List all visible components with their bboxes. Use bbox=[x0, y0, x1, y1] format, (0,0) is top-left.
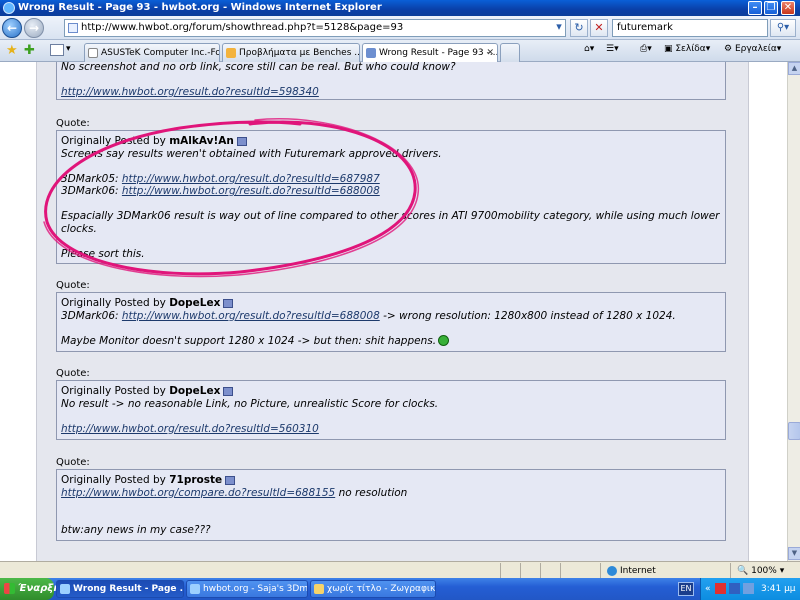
zoom-icon: 🔍 bbox=[737, 566, 749, 576]
annotation-circle bbox=[43, 118, 419, 278]
forum-favicon-icon bbox=[226, 48, 236, 58]
back-button[interactable]: ← bbox=[2, 18, 22, 38]
browser-window: Wrong Result - Page 93 - hwbot.org - Win… bbox=[0, 0, 800, 600]
tab-asus[interactable]: ASUSTeK Computer Inc.-For... bbox=[84, 43, 220, 62]
window-title: Wrong Result - Page 93 - hwbot.org - Win… bbox=[18, 2, 382, 13]
search-input[interactable]: futuremark bbox=[612, 19, 768, 37]
title-bar: Wrong Result - Page 93 - hwbot.org - Win… bbox=[0, 0, 800, 16]
volume-icon[interactable] bbox=[743, 583, 754, 594]
tools-menu-label: Εργαλεία bbox=[734, 44, 777, 54]
stop-icon[interactable]: ✕ bbox=[590, 19, 608, 37]
favorites-star-icon[interactable]: ★ bbox=[6, 43, 18, 58]
page-menu-label: Σελίδα bbox=[675, 44, 706, 54]
taskbar-item-wrong-result[interactable]: Wrong Result - Page ... bbox=[56, 580, 184, 598]
tray-expand-icon[interactable]: « bbox=[705, 578, 711, 600]
taskbar-item-paint[interactable]: χωρίς τίτλο - Ζωγραφική bbox=[310, 580, 436, 598]
tab-bar: ★ ✚ ▾ ASUSTeK Computer Inc.-For... Προβλ… bbox=[0, 40, 800, 63]
ie-icon bbox=[190, 584, 200, 594]
tab-label: Προβλήματα με Benches ...P... bbox=[239, 48, 360, 58]
quick-tabs-icon[interactable] bbox=[50, 44, 64, 56]
language-indicator[interactable]: EN bbox=[678, 582, 694, 596]
print-icon[interactable]: ⎙▾ bbox=[640, 44, 652, 54]
taskbar-item-label: χωρίς τίτλο - Ζωγραφική bbox=[327, 584, 436, 594]
page-icon bbox=[68, 23, 78, 33]
minimize-button[interactable]: – bbox=[748, 1, 762, 15]
tab-list-icon[interactable]: ▾ bbox=[66, 44, 71, 54]
status-segment bbox=[560, 563, 580, 578]
start-button[interactable]: Έναρξη bbox=[0, 578, 60, 600]
feeds-icon[interactable]: ☰▾ bbox=[606, 44, 619, 54]
home-icon[interactable]: ⌂▾ bbox=[584, 44, 594, 54]
close-button[interactable]: ✕ bbox=[781, 1, 795, 15]
system-tray: « 3:41 μμ bbox=[700, 578, 800, 600]
tab-label: Wrong Result - Page 93 -... bbox=[379, 48, 498, 58]
tools-menu[interactable]: ⚙ Εργαλεία▾ bbox=[724, 44, 781, 54]
status-bar: Internet 🔍 100% ▾ bbox=[0, 561, 800, 578]
network-icon[interactable] bbox=[729, 583, 740, 594]
security-zone: Internet bbox=[600, 563, 720, 578]
start-label: Έναρξη bbox=[18, 583, 61, 594]
page-viewport: No screenshot and no orb link, score sti… bbox=[0, 62, 787, 561]
antivirus-icon[interactable] bbox=[715, 583, 726, 594]
asus-favicon-icon bbox=[88, 48, 98, 58]
globe-icon bbox=[607, 565, 617, 576]
zoom-level: 100% bbox=[751, 566, 777, 576]
tab-wrong-result[interactable]: Wrong Result - Page 93 -... ✕ bbox=[362, 43, 498, 63]
ie-icon bbox=[60, 584, 70, 594]
close-tab-icon[interactable]: ✕ bbox=[486, 44, 494, 62]
paint-icon bbox=[314, 584, 324, 594]
tab-label: ASUSTeK Computer Inc.-For... bbox=[101, 48, 220, 58]
windows-flag-icon bbox=[4, 583, 15, 594]
maximize-button[interactable]: ❐ bbox=[764, 1, 778, 15]
scroll-down-icon[interactable]: ▼ bbox=[788, 547, 800, 560]
forward-button[interactable]: → bbox=[24, 18, 44, 38]
address-toolbar: ← → http://www.hwbot.org/forum/showthrea… bbox=[0, 16, 800, 40]
zoom-control[interactable]: 🔍 100% ▾ bbox=[730, 563, 800, 578]
search-icon[interactable]: ⚲▾ bbox=[770, 19, 796, 37]
taskbar: Έναρξη Wrong Result - Page ... hwbot.org… bbox=[0, 578, 800, 600]
hwbot-favicon-icon bbox=[366, 48, 376, 58]
address-url: http://www.hwbot.org/forum/showthread.ph… bbox=[81, 22, 404, 33]
vertical-scrollbar[interactable]: ▲ ▼ bbox=[787, 62, 800, 561]
tab-benches[interactable]: Προβλήματα με Benches ...P... bbox=[222, 43, 360, 62]
status-segment bbox=[540, 563, 560, 578]
status-segment bbox=[520, 563, 540, 578]
status-segment bbox=[500, 563, 520, 578]
add-favorite-icon[interactable]: ✚ bbox=[24, 43, 35, 58]
taskbar-item-hwbot[interactable]: hwbot.org - Saja's 3Dma... bbox=[186, 580, 308, 598]
page-menu[interactable]: ▣ Σελίδα▾ bbox=[664, 44, 710, 54]
clock[interactable]: 3:41 μμ bbox=[761, 578, 796, 600]
zone-label: Internet bbox=[620, 566, 656, 576]
refresh-icon[interactable]: ↻ bbox=[570, 19, 588, 37]
new-tab-button[interactable] bbox=[500, 43, 520, 62]
ie-logo-icon bbox=[3, 2, 15, 14]
taskbar-item-label: Wrong Result - Page ... bbox=[73, 584, 184, 594]
scroll-thumb[interactable] bbox=[788, 422, 800, 440]
address-dropdown-icon[interactable]: ▾ bbox=[552, 19, 566, 37]
address-input[interactable]: http://www.hwbot.org/forum/showthread.ph… bbox=[64, 19, 566, 37]
scroll-up-icon[interactable]: ▲ bbox=[788, 62, 800, 75]
taskbar-item-label: hwbot.org - Saja's 3Dma... bbox=[203, 584, 308, 594]
